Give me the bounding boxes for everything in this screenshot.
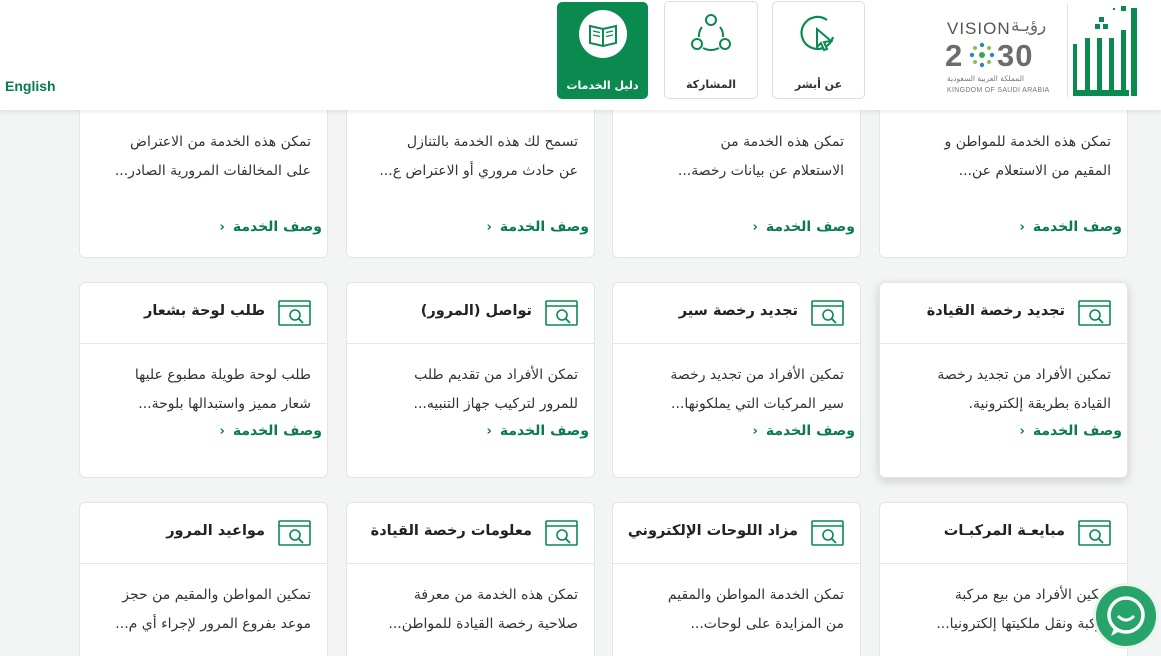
nav-services-guide-label: دليل الخدمات (566, 79, 639, 92)
service-card-license-renewal[interactable]: تجديد رخصة القيادة تمكين الأفراد من تجدي… (879, 282, 1128, 478)
web-search-icon (278, 520, 311, 546)
service-card[interactable]: تمكن هذه الخدمة للمواطن و المقيم من الاست… (879, 98, 1128, 258)
vision-title: VISION (947, 19, 1011, 38)
vision-emblem-icon (969, 42, 995, 68)
card-description: تسمح لك هذه الخدمة بالتنازل عن حادث مروري… (379, 134, 578, 179)
vision-year-left: 2 (945, 38, 964, 73)
card-title: مبايعـة المركبـات (943, 523, 1065, 539)
card-description: تمكن الخدمة المواطن والمقيم من المزايدة ع… (667, 587, 844, 632)
chevron-left-icon: ‹ (219, 424, 225, 439)
service-description-link[interactable]: وصف الخدمة‹ (752, 423, 855, 439)
chevron-left-icon: ‹ (219, 220, 225, 235)
card-header: مواعيد المرور (80, 503, 327, 564)
share-network-icon (665, 10, 757, 56)
service-description-link[interactable]: وصف الخدمة‹ (219, 423, 322, 439)
web-search-icon (545, 520, 578, 546)
card-title: طلب لوحة بشعار (144, 303, 265, 319)
service-description-link[interactable]: وصف الخدمة‹ (486, 219, 589, 235)
card-description: تمكين الأفراد من تجديد رخصة القيادة بطريق… (937, 367, 1111, 412)
absher-logo[interactable] (1073, 4, 1139, 100)
book-icon (558, 10, 647, 58)
card-description: تمكين المواطن والمقيم من حجز موعد بفروع ا… (115, 587, 311, 632)
language-switch-link[interactable]: English (5, 78, 56, 94)
web-search-icon (545, 300, 578, 326)
service-description-link[interactable]: وصف الخدمة‹ (219, 219, 322, 235)
card-title: مزاد اللوحات الإلكتروني (627, 523, 798, 539)
vision-2030-logo: VISION رؤيـة 2 30 المملكة العربية السعود… (945, 14, 1065, 98)
card-header: مزاد اللوحات الإلكتروني (613, 503, 860, 564)
service-card-traffic-contact[interactable]: تواصل (المرور) تمكن الأفراد من تقديم طلب… (346, 282, 595, 478)
service-card-license-info[interactable]: معلومات رخصة القيادة تمكن هذه الخدمة من … (346, 502, 595, 656)
card-description: تمكن هذه الخدمة من الاستعلام عن بيانات رخ… (677, 134, 844, 179)
logo-divider (1067, 4, 1068, 98)
nav-participation-label: المشاركة (686, 78, 736, 91)
vision-arabic-title: رؤيـة (1011, 16, 1047, 36)
service-card-logo-plate-request[interactable]: طلب لوحة بشعار طلب لوحة طويلة مطبوع عليه… (79, 282, 328, 478)
web-search-icon (811, 520, 844, 546)
service-card-plates-auction[interactable]: مزاد اللوحات الإلكتروني تمكن الخدمة المو… (612, 502, 861, 656)
card-title: مواعيد المرور (166, 523, 265, 539)
service-card[interactable]: تسمح لك هذه الخدمة بالتنازل عن حادث مروري… (346, 98, 595, 258)
chat-support-button[interactable] (1093, 583, 1159, 649)
service-description-link[interactable]: وصف الخدمة‹ (486, 423, 589, 439)
card-description: تمكن هذه الخدمة للمواطن و المقيم من الاست… (944, 134, 1111, 179)
vision-subtitle-ar: المملكة العربية السعودية (947, 74, 1024, 83)
service-card[interactable]: تمكن هذه الخدمة من الاعتراض على المخالفات… (79, 98, 328, 258)
service-description-link[interactable]: وصف الخدمة‹ (752, 219, 855, 235)
vision-year-right: 30 (997, 38, 1034, 73)
chevron-left-icon: ‹ (752, 220, 758, 235)
card-description: تمكن هذه الخدمة من معرفة صلاحية رخصة القي… (388, 587, 578, 632)
card-title: معلومات رخصة القيادة (370, 523, 532, 539)
nav-services-guide[interactable]: دليل الخدمات (557, 2, 648, 99)
card-description: تمكن هذه الخدمة من الاعتراض على المخالفات… (114, 134, 311, 179)
vision-subtitle-en: KINGDOM OF SAUDI ARABIA (947, 87, 1050, 94)
site-header: English دليل الخدمات المشاركة عن أبشر VI… (0, 0, 1161, 110)
service-card[interactable]: تمكن هذه الخدمة من الاستعلام عن بيانات رخ… (612, 98, 861, 258)
chevron-left-icon: ‹ (486, 424, 492, 439)
card-description: تمكين الأفراد من تجديد رخصة سير المركبات … (670, 367, 844, 412)
web-search-icon (811, 300, 844, 326)
service-description-link[interactable]: وصف الخدمة‹ (1019, 219, 1122, 235)
card-header: تواصل (المرور) (347, 283, 594, 344)
card-header: معلومات رخصة القيادة (347, 503, 594, 564)
card-description: طلب لوحة طويلة مطبوع عليها شعار مميز واست… (134, 367, 311, 412)
web-search-icon (278, 300, 311, 326)
nav-about-absher-label: عن أبشر (794, 78, 843, 91)
nav-participation[interactable]: المشاركة (664, 1, 758, 99)
chevron-left-icon: ‹ (752, 424, 758, 439)
card-title: تجديد رخصة القيادة (926, 303, 1065, 319)
web-search-icon (1078, 300, 1111, 326)
web-search-icon (1078, 520, 1111, 546)
chevron-left-icon: ‹ (1019, 220, 1025, 235)
chevron-left-icon: ‹ (1019, 424, 1025, 439)
nav-about-absher[interactable]: عن أبشر (772, 1, 865, 99)
chevron-left-icon: ‹ (486, 220, 492, 235)
card-header: طلب لوحة بشعار (80, 283, 327, 344)
card-title: تجديد رخصة سير (678, 303, 798, 319)
card-header: مبايعـة المركبـات (880, 503, 1127, 564)
service-card-vehicle-registration-renewal[interactable]: تجديد رخصة سير تمكين الأفراد من تجديد رخ… (612, 282, 861, 478)
chat-support-icon (1107, 596, 1145, 636)
card-description: تمكين الأفراد من بيع مركبة مركبة ونقل ملك… (936, 587, 1111, 632)
card-description: تمكن الأفراد من تقديم طلب للمرور لتركيب ج… (413, 367, 579, 412)
service-card-vehicle-sale[interactable]: مبايعـة المركبـات تمكين الأفراد من بيع م… (879, 502, 1128, 656)
card-title: تواصل (المرور) (420, 303, 532, 319)
cursor-click-icon (773, 10, 864, 56)
service-card-traffic-appointments[interactable]: مواعيد المرور تمكين المواطن والمقيم من ح… (79, 502, 328, 656)
card-header: تجديد رخصة سير (613, 283, 860, 344)
service-description-link[interactable]: وصف الخدمة‹ (1019, 423, 1122, 439)
card-header: تجديد رخصة القيادة (880, 283, 1127, 344)
